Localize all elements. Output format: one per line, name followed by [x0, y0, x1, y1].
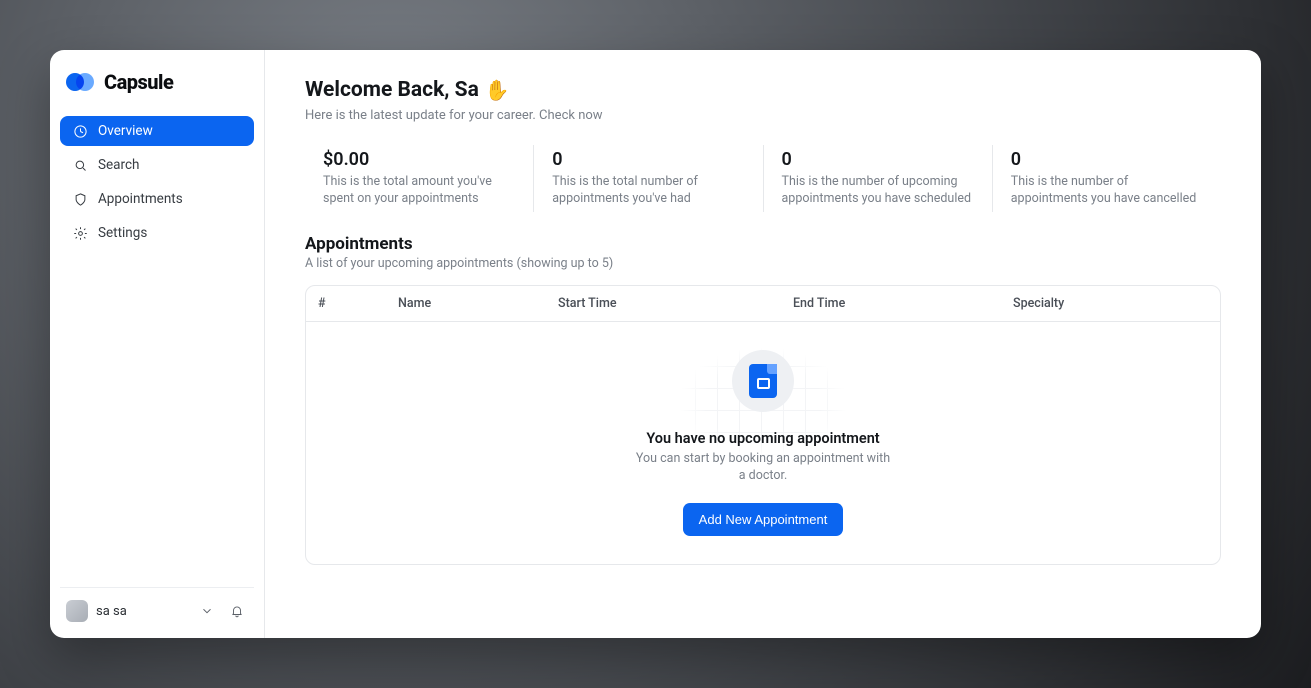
stat-cancelled: 0 This is the number of appointments you… — [993, 145, 1221, 212]
sidebar-item-appointments[interactable]: Appointments — [60, 184, 254, 214]
empty-state: You have no upcoming appointment You can… — [306, 322, 1220, 564]
stat-value: $0.00 — [323, 149, 515, 170]
brand-mark-icon — [66, 70, 96, 94]
sidebar-item-overview[interactable]: Overview — [60, 116, 254, 146]
empty-title: You have no upcoming appointment — [646, 430, 879, 447]
brand-name: Capsule — [104, 70, 173, 94]
bell-icon — [230, 604, 244, 618]
notifications-button[interactable] — [226, 600, 248, 622]
sidebar-item-label: Overview — [98, 123, 153, 139]
appointments-table: # Name Start Time End Time Specialty You… — [305, 285, 1221, 565]
column-start-time: Start Time — [558, 296, 793, 311]
user-menu-toggle[interactable] — [196, 600, 218, 622]
empty-description: You can start by booking an appointment … — [633, 451, 893, 485]
wave-emoji-icon: ✋ — [485, 80, 510, 100]
column-specialty: Specialty — [1013, 296, 1208, 311]
stat-value: 0 — [552, 149, 744, 170]
sidebar-item-label: Appointments — [98, 191, 183, 207]
sidebar-item-search[interactable]: Search — [60, 150, 254, 180]
add-appointment-button[interactable]: Add New Appointment — [683, 503, 844, 536]
app-window: Capsule Overview Search Appointments — [50, 50, 1261, 638]
dashboard-icon — [72, 123, 88, 139]
brand-logo[interactable]: Capsule — [60, 64, 254, 108]
page-subtitle: Here is the latest update for your caree… — [305, 108, 1221, 123]
avatar — [66, 600, 88, 622]
user-name: sa sa — [96, 604, 188, 619]
stat-desc: This is the number of upcoming appointme… — [782, 174, 972, 208]
table-header: # Name Start Time End Time Specialty — [306, 286, 1220, 322]
sidebar-item-label: Search — [98, 157, 139, 173]
document-icon — [749, 364, 777, 398]
page-title-row: Welcome Back, Sa ✋ — [305, 78, 1221, 102]
stat-upcoming: 0 This is the number of upcoming appoint… — [764, 145, 993, 212]
stat-value: 0 — [782, 149, 974, 170]
column-index: # — [318, 296, 398, 311]
sidebar-item-label: Settings — [98, 225, 147, 241]
column-end-time: End Time — [793, 296, 1013, 311]
stat-total-appointments: 0 This is the total number of appointmen… — [534, 145, 763, 212]
stat-desc: This is the total amount you've spent on… — [323, 174, 513, 208]
page-title: Welcome Back, Sa — [305, 78, 479, 102]
sidebar-item-settings[interactable]: Settings — [60, 218, 254, 248]
stat-total-spent: $0.00 This is the total amount you've sp… — [305, 145, 534, 212]
sidebar-footer: sa sa — [60, 587, 254, 628]
nav: Overview Search Appointments Settings — [60, 116, 254, 248]
sidebar: Capsule Overview Search Appointments — [50, 50, 265, 638]
stat-desc: This is the number of appointments you h… — [1011, 174, 1201, 208]
main-content: Welcome Back, Sa ✋ Here is the latest up… — [265, 50, 1261, 638]
empty-icon-circle — [732, 350, 794, 412]
section-title: Appointments — [305, 234, 1221, 254]
search-icon — [72, 157, 88, 173]
chevron-down-icon — [200, 604, 214, 618]
gear-icon — [72, 225, 88, 241]
stats-row: $0.00 This is the total amount you've sp… — [305, 145, 1221, 212]
stat-desc: This is the total number of appointments… — [552, 174, 742, 208]
stat-value: 0 — [1011, 149, 1203, 170]
column-name: Name — [398, 296, 558, 311]
section-subtitle: A list of your upcoming appointments (sh… — [305, 256, 1221, 271]
shield-icon — [72, 191, 88, 207]
